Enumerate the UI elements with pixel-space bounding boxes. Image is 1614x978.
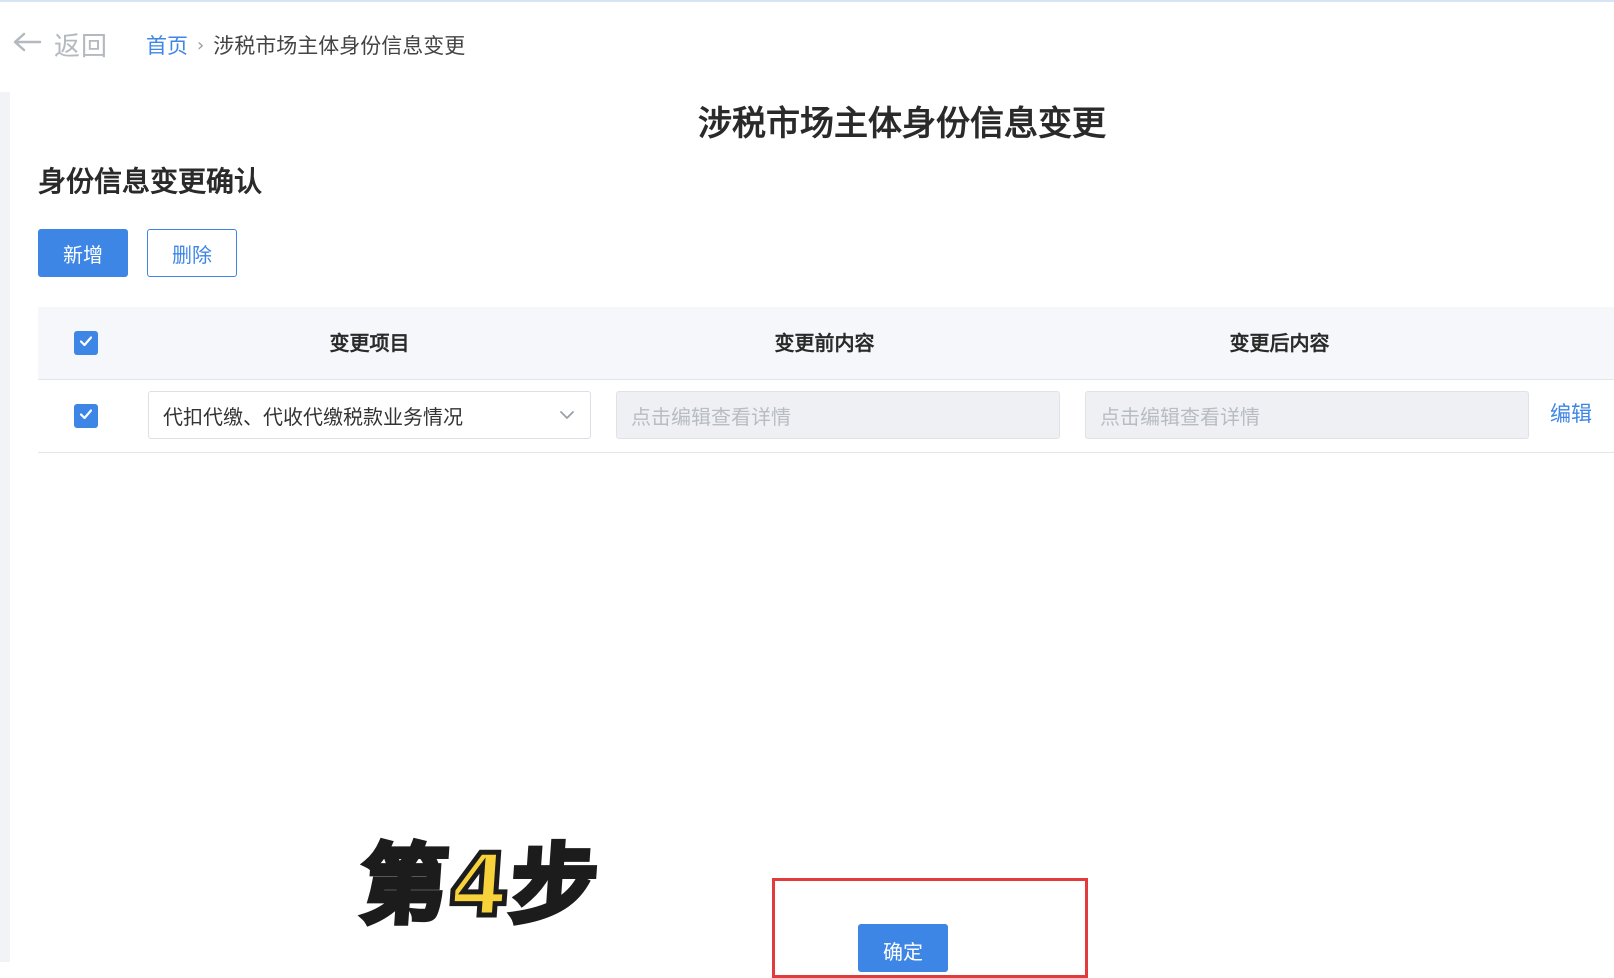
- column-header-after: 变更后内容: [1229, 331, 1330, 355]
- breadcrumb-separator: ›: [197, 34, 205, 56]
- left-sidebar-strip: [0, 92, 10, 962]
- change-item-value: 代扣代缴、代收代缴税款业务情况: [163, 404, 463, 429]
- before-content-placeholder: 点击编辑查看详情: [631, 404, 791, 429]
- top-border: [0, 0, 1614, 2]
- breadcrumb: 首页 › 涉税市场主体身份信息变更: [146, 30, 465, 60]
- change-item-select[interactable]: 代扣代缴、代收代缴税款业务情况: [148, 391, 591, 439]
- section-title: 身份信息变更确认: [38, 165, 263, 198]
- breadcrumb-current: 涉税市场主体身份信息变更: [213, 34, 466, 58]
- check-icon: [78, 406, 94, 426]
- column-header-before: 变更前内容: [774, 331, 875, 355]
- confirm-button[interactable]: 确定: [858, 924, 948, 972]
- back-label: 返回: [54, 31, 109, 62]
- column-header-item: 变更项目: [329, 331, 410, 355]
- table-header: 变更项目 变更前内容 变更后内容: [38, 307, 1614, 380]
- before-content-input[interactable]: 点击编辑查看详情: [616, 391, 1060, 439]
- delete-button[interactable]: 删除: [147, 229, 237, 277]
- edit-link[interactable]: 编辑: [1550, 398, 1614, 428]
- chevron-down-icon: [558, 406, 576, 425]
- after-content-input[interactable]: 点击编辑查看详情: [1085, 391, 1529, 439]
- add-button[interactable]: 新增: [38, 229, 128, 277]
- after-content-placeholder: 点击编辑查看详情: [1100, 404, 1260, 429]
- arrow-left-icon: [12, 31, 42, 57]
- select-all-checkbox[interactable]: [74, 331, 98, 355]
- back-button[interactable]: 返回: [12, 26, 108, 62]
- page-title: 涉税市场主体身份信息变更: [698, 104, 1106, 144]
- check-icon: [78, 333, 94, 353]
- step-badge: 第4步: [355, 834, 605, 939]
- breadcrumb-home-link[interactable]: 首页: [146, 30, 188, 60]
- row-checkbox[interactable]: [74, 404, 98, 428]
